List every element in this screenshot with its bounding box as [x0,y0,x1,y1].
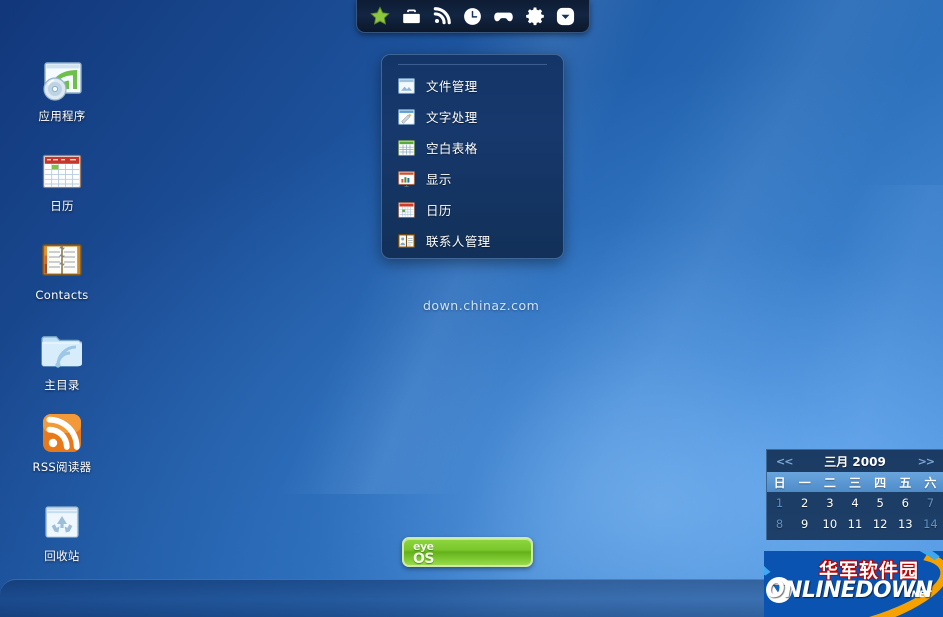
desktop-icon-label: 应用程序 [38,109,86,123]
calendar-week-row: 1 2 3 4 5 6 7 [767,492,943,513]
spreadsheet-icon [398,139,415,156]
desktop-icon-label: 日历 [50,199,74,213]
menu-item-file-manager[interactable]: 文件管理 [382,70,563,101]
menu-item-contacts[interactable]: 联系人管理 [382,225,563,256]
desktop-icon-recycle-bin[interactable]: 回收站 [14,498,110,563]
calendar-weekday: 四 [874,475,887,490]
calendar-day[interactable]: 2 [792,496,817,510]
onlinedown-tld-text: .NET [908,590,932,600]
menu-item-label: 日历 [426,203,452,218]
desktop-icon-contacts[interactable]: Contacts [14,237,110,302]
desktop-icon-label: 主目录 [44,378,80,392]
onlinedown-watermark-logo: 华军软件园 ONLINEDOWN .NET [764,551,943,617]
menu-item-label: 显示 [426,172,452,187]
calendar-day[interactable]: 12 [868,517,893,531]
calendar-day[interactable]: 14 [918,517,943,531]
top-dock [356,0,590,33]
calendar-day[interactable]: 9 [792,517,817,531]
calendar-next-button[interactable]: >> [918,455,935,468]
menu-item-label: 空白表格 [426,141,478,156]
rss-reader-icon [38,409,86,457]
chevron-down-icon[interactable] [553,4,577,28]
menu-item-label: 文字处理 [426,110,478,125]
calendar-day[interactable]: 5 [868,496,893,510]
calendar-month: 三月 [824,454,849,469]
calendar-day[interactable]: 8 [767,517,792,531]
calendar-weekday-header: 日 一 二 三 四 五 六 [767,472,943,492]
menu-item-word-processor[interactable]: 文字处理 [382,101,563,132]
calendar-day[interactable]: 3 [817,496,842,510]
recycle-bin-icon [38,498,86,546]
watermark-text: down.chinaz.com [423,298,540,313]
calendar-prev-button[interactable]: << [776,455,793,468]
calendar-weekday: 六 [924,475,937,490]
desktop-icon-calendar[interactable]: 日历 [14,148,110,213]
home-folder-icon [38,327,86,375]
calendar-week-row: 8 9 10 11 12 13 14 [767,513,943,534]
menu-item-spreadsheet[interactable]: 空白表格 [382,132,563,163]
contacts-book-icon [38,237,86,285]
menu-item-label: 联系人管理 [426,234,491,249]
calendar-day[interactable]: 10 [817,517,842,531]
folder-window-icon [398,77,415,94]
calendar-day[interactable]: 11 [842,517,867,531]
calendar-year: 2009 [852,454,886,469]
desktop-icon-label: Contacts [35,288,89,302]
desktop-icon-home[interactable]: 主目录 [14,327,110,392]
calendar-day[interactable]: 1 [767,496,792,510]
applications-cd-icon [38,58,86,106]
calendar-weekday: 五 [899,475,912,490]
desktop-icon-rss-reader[interactable]: RSS阅读器 [14,409,110,474]
menu-item-label: 文件管理 [426,79,478,94]
calendar-day[interactable]: 4 [842,496,867,510]
calendar-weekday: 一 [798,475,811,490]
calendar-weekday: 二 [823,475,836,490]
eyeos-logo-button[interactable]: eye OS [402,537,533,567]
briefcase-icon[interactable] [399,4,423,28]
desktop-icon-label: RSS阅读器 [32,460,92,474]
calendar-title: 三月 2009 [792,453,917,470]
menu-item-calendar[interactable]: 日历 [382,194,563,225]
word-processor-icon [398,108,415,125]
menu-item-presentation[interactable]: 显示 [382,163,563,194]
calendar-header: << 三月 2009 >> [767,450,943,472]
menu-separator [398,64,547,65]
calendar-icon [398,201,415,218]
clock-icon[interactable] [461,4,485,28]
start-menu-panel: 文件管理 文字处理 空白表格 显示 日历 联系人管理 [381,54,564,259]
gamepad-icon[interactable] [492,4,516,28]
star-icon[interactable] [368,4,392,28]
calendar-icon [38,148,86,196]
calendar-weekday: 日 [773,475,786,490]
calendar-day[interactable]: 6 [893,496,918,510]
calendar-day[interactable]: 13 [893,517,918,531]
calendar-day[interactable]: 7 [918,496,943,510]
gear-icon[interactable] [523,4,547,28]
rss-icon[interactable] [430,4,454,28]
contacts-book-icon [398,233,415,249]
calendar-weekday: 三 [848,475,861,490]
desktop-icon-label: 回收站 [44,549,80,563]
desktop-icon-applications[interactable]: 应用程序 [14,58,110,123]
eyeos-logo-line2: OS [413,551,434,567]
presentation-icon [398,170,415,187]
calendar-widget: << 三月 2009 >> 日 一 二 三 四 五 六 1 2 3 4 5 6 … [766,449,943,540]
